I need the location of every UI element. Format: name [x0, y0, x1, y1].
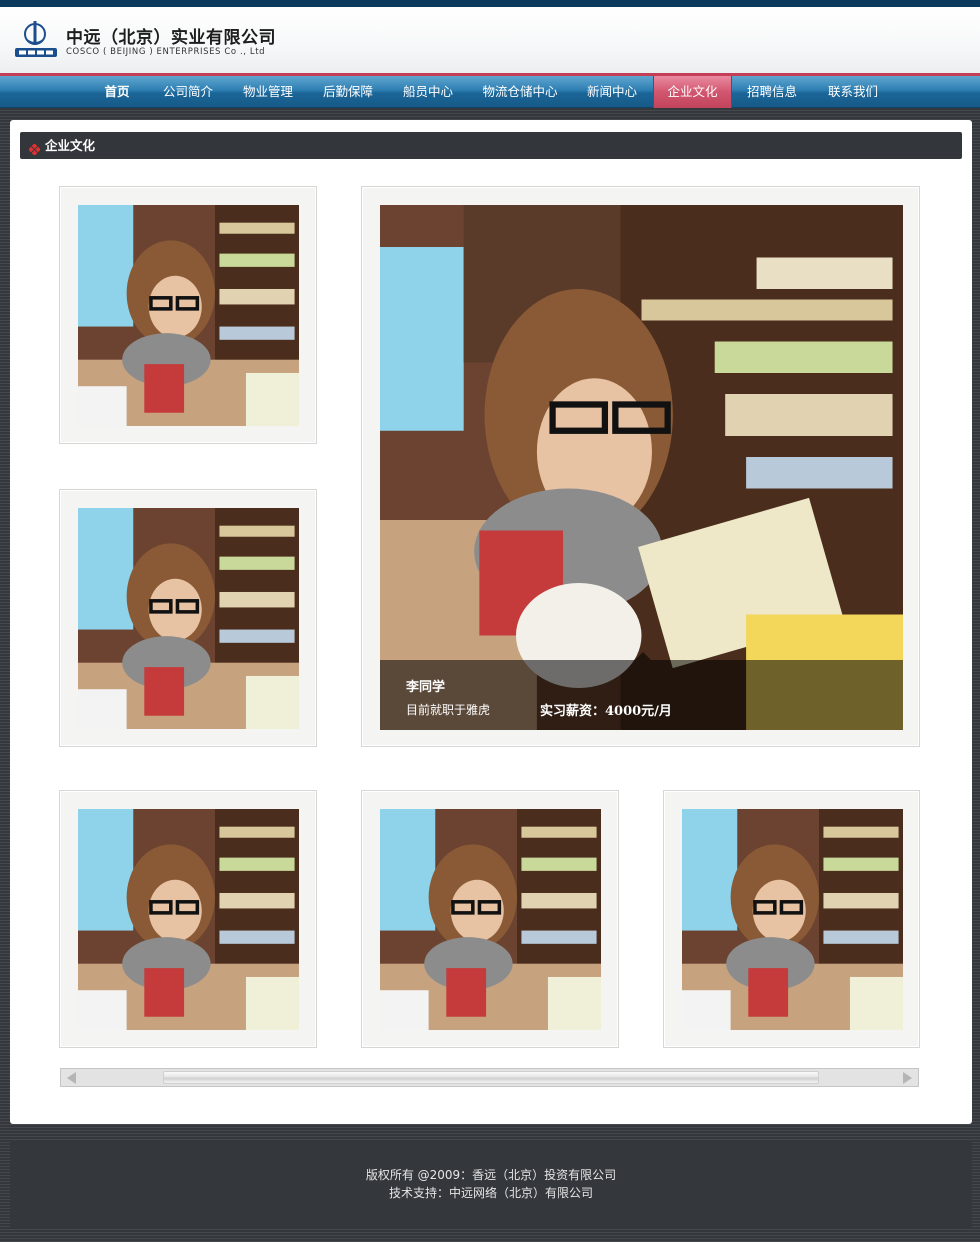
- featured-caption: 李同学 目前就职于雅虎 实习薪资：4000元/月: [380, 652, 903, 730]
- gallery-thumbnail[interactable]: [59, 790, 317, 1048]
- section-header: 企业文化: [20, 132, 962, 159]
- thumbnail-photo: [78, 205, 299, 426]
- caption-pointer: [635, 652, 651, 660]
- featured-photo-frame[interactable]: 李同学 目前就职于雅虎 实习薪资：4000元/月: [361, 186, 920, 747]
- thumbnail-photo: [380, 809, 601, 1030]
- main-nav: 首页 公司简介 物业管理 后勤保障 船员中心 物流仓储中心 新闻中心 企业文化 …: [0, 76, 980, 108]
- featured-salary: 实习薪资：4000元/月: [540, 704, 672, 719]
- section-title: 企业文化: [45, 138, 96, 153]
- nav-item-warehouse[interactable]: 物流仓储中心: [474, 76, 566, 108]
- nav-item-crew-center[interactable]: 船员中心: [394, 76, 462, 108]
- featured-photo: 李同学 目前就职于雅虎 实习薪资：4000元/月: [380, 205, 903, 730]
- top-strip: [0, 0, 980, 7]
- gallery-thumbnail[interactable]: [663, 790, 920, 1048]
- scroll-thumb[interactable]: [163, 1071, 819, 1084]
- nav-item-about[interactable]: 公司简介: [154, 76, 222, 108]
- company-name-cn: 中远（北京）实业有限公司: [66, 28, 276, 48]
- gallery-thumbnail[interactable]: [59, 489, 317, 747]
- thumbnail-photo: [78, 809, 299, 1030]
- nav-item-home[interactable]: 首页: [88, 76, 146, 108]
- thumbnail-photo: [682, 809, 903, 1030]
- nav-item-logistics-support[interactable]: 后勤保障: [314, 76, 382, 108]
- nav-item-property[interactable]: 物业管理: [234, 76, 302, 108]
- featured-name: 李同学: [406, 680, 446, 695]
- footer-copyright: 版权所有 @2009：香远（北京）投资有限公司: [365, 1168, 617, 1182]
- nav-item-contact[interactable]: 联系我们: [818, 76, 888, 108]
- thumbnail-photo: [78, 508, 299, 729]
- content-panel: 企业文化 李同学 目前就职于雅虎 实习薪资：4000元/月: [10, 120, 972, 1124]
- scroll-left-arrow-icon[interactable]: [67, 1072, 76, 1084]
- featured-description: 目前就职于雅虎: [406, 703, 491, 717]
- gallery-scrollbar[interactable]: [60, 1068, 919, 1087]
- nav-item-recruitment[interactable]: 招聘信息: [738, 76, 806, 108]
- site-header: 中远（北京）实业有限公司 COSCO ( BEIJING ) ENTERPRIS…: [0, 7, 980, 73]
- company-name-en: COSCO ( BEIJING ) ENTERPRISES Co ., Ltd: [66, 47, 266, 57]
- nav-item-culture[interactable]: 企业文化: [653, 76, 732, 108]
- gallery-thumbnail[interactable]: [361, 790, 619, 1048]
- site-footer: 版权所有 @2009：香远（北京）投资有限公司 技术支持：中远网络（北京）有限公…: [10, 1140, 972, 1228]
- scroll-right-arrow-icon[interactable]: [903, 1072, 912, 1084]
- footer-support: 技术支持：中远网络（北京）有限公司: [388, 1186, 593, 1200]
- nav-item-news[interactable]: 新闻中心: [578, 76, 646, 108]
- cosco-logo-icon[interactable]: [13, 19, 59, 63]
- red-diamond-bullet-icon: [28, 140, 41, 156]
- gallery-thumbnail[interactable]: [59, 186, 317, 444]
